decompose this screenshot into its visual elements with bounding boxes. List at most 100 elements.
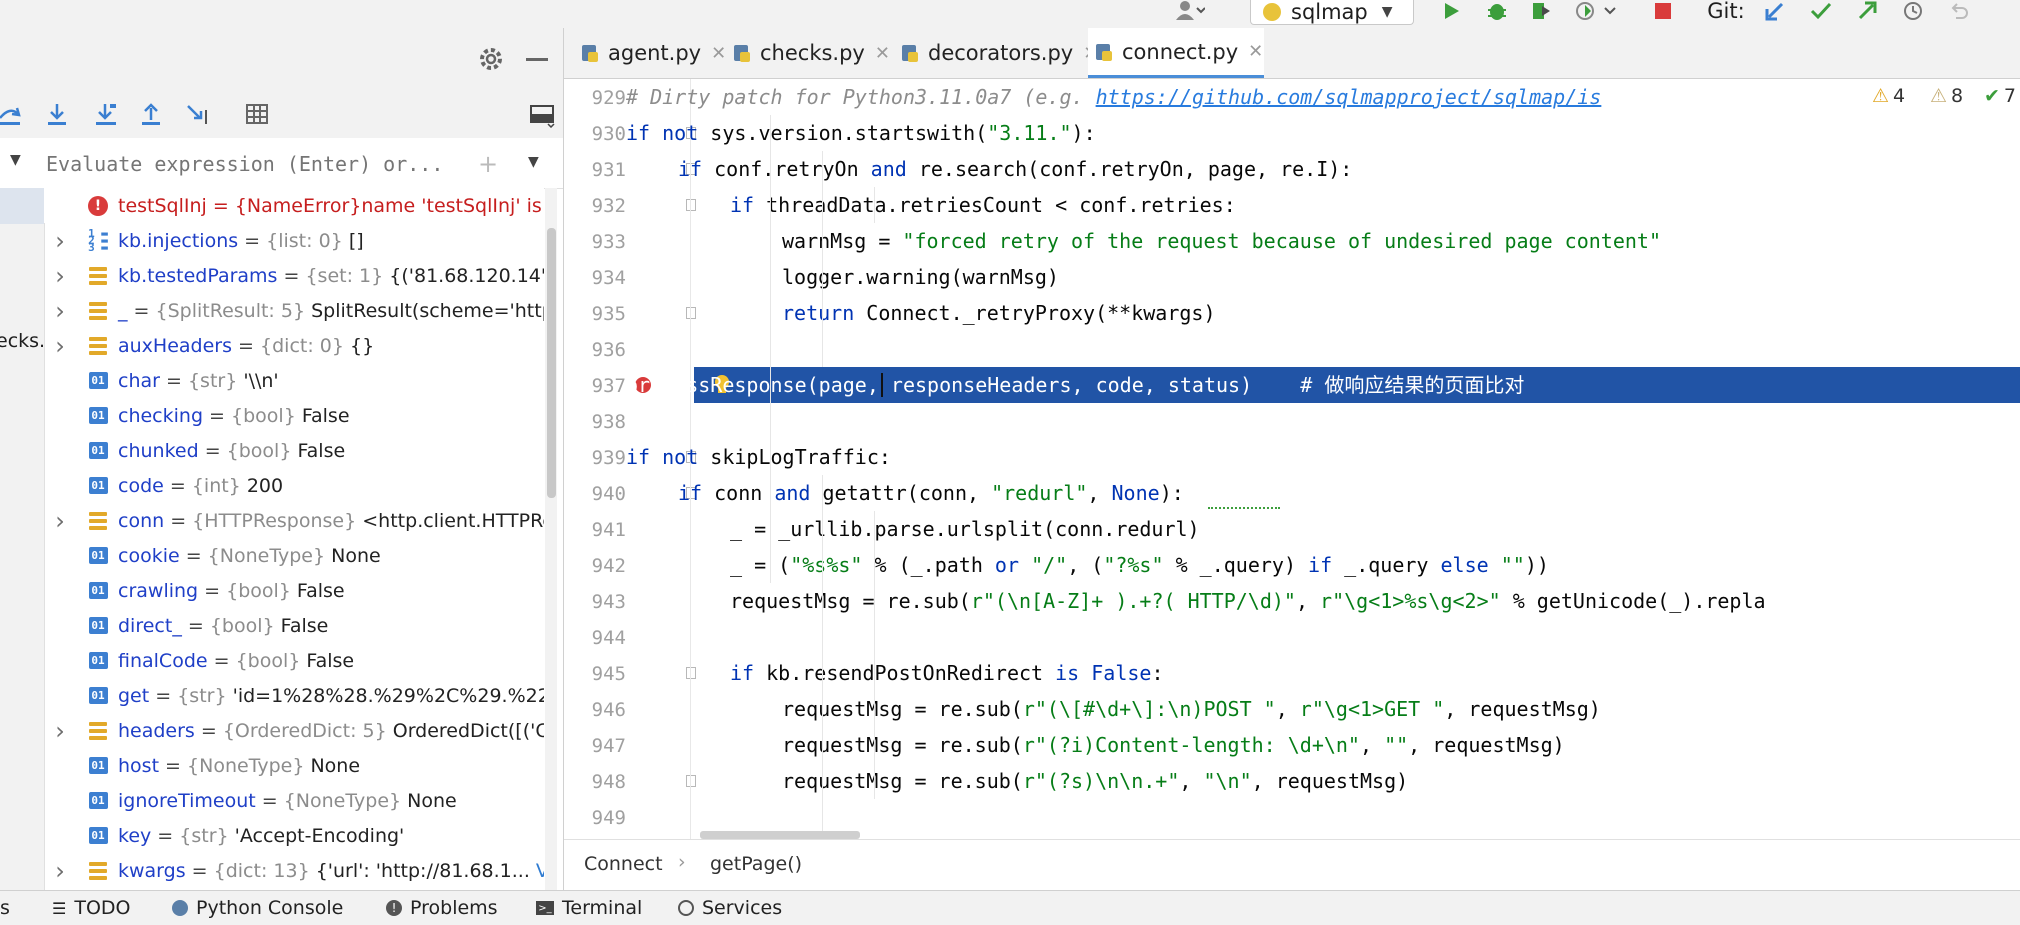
history-icon[interactable] (1898, 0, 1928, 22)
code-line[interactable]: _ = _urllib.parse.urlsplit(conn.redurl) (730, 511, 1200, 547)
chevron-right-icon[interactable]: › (52, 297, 68, 325)
code-editor[interactable]: 929 930 931 932 933 934 935 936 937 938 939 940 941 9… (564, 79, 2020, 839)
variable-row[interactable]: ! testSqlInj = {NameError}name 'testSqlIn… (44, 188, 544, 223)
chevron-down-icon[interactable]: ▼ (10, 152, 21, 168)
variable-row[interactable]: 01 code = {int} 200 (44, 468, 544, 503)
step-into-my-code-icon[interactable] (94, 102, 118, 130)
close-icon[interactable]: ✕ (875, 43, 890, 64)
code-line[interactable]: logger.warning(warnMsg) (782, 259, 1059, 295)
code-line[interactable]: processResponse(page, responseHeaders, c… (626, 367, 1524, 403)
services-tool-button[interactable]: Services (678, 891, 782, 925)
selected-frame-row[interactable] (0, 188, 44, 224)
git-commit-icon[interactable] (1806, 0, 1836, 22)
gear-icon[interactable] (478, 46, 504, 76)
collection-icon-bar (89, 301, 107, 306)
indent-guide (874, 511, 875, 799)
inspection-warnings-a[interactable]: ⚠ 4 (1872, 85, 1905, 107)
variable-row[interactable]: › kb.testedParams = {set: 1} {('81.68.120… (44, 258, 544, 293)
variable-row[interactable]: › _ = {SplitResult: 5} SplitResult(scheme… (44, 293, 544, 328)
variable-row[interactable]: 01 key = {str} 'Accept-Encoding' (44, 818, 544, 853)
code-line[interactable]: # Dirty patch for Python3.11.0a7 (e.g. h… (626, 79, 1601, 115)
run-to-cursor-icon[interactable] (186, 102, 212, 130)
variable-row[interactable]: 01 chunked = {bool} False (44, 433, 544, 468)
terminal-tool-button[interactable]: >_ Terminal (536, 891, 642, 925)
main-toolbar: sqlmap ▼ Git: (0, 0, 2020, 29)
coverage-icon[interactable] (1526, 0, 1556, 22)
inspection-warnings-b[interactable]: ⚠ 8 (1930, 85, 1963, 107)
frames-list[interactable]: ecks. (0, 188, 45, 890)
chevron-right-icon[interactable]: › (52, 332, 68, 360)
variable-row[interactable]: 01 host = {NoneType} None (44, 748, 544, 783)
code-line[interactable]: if not sys.version.startswith("3.11."): (626, 115, 1096, 151)
code-line[interactable]: requestMsg = re.sub(r"(\[#\d+\]:\n)POST … (782, 691, 1601, 727)
variable-row[interactable]: 01 cookie = {NoneType} None (44, 538, 544, 573)
variable-row[interactable]: 01 char = {str} '\\n' (44, 363, 544, 398)
code-line[interactable]: _ = ("%s%s" % (_.path or "/", ("?%s" % _… (730, 547, 1549, 583)
variable-row[interactable]: › headers = {OrderedDict: 5} OrderedDict(… (44, 713, 544, 748)
tab-agent-py[interactable]: agent.py ✕ (574, 28, 726, 78)
layout-settings-icon[interactable] (530, 104, 556, 132)
code-line[interactable]: requestMsg = re.sub(r"(\n[A-Z]+ ).+?( HT… (730, 583, 1766, 619)
evaluate-expression-input[interactable] (44, 138, 468, 190)
code-line[interactable]: requestMsg = re.sub(r"(?s)\n\n.+", "\n",… (782, 763, 1408, 799)
primitive-value-icon: 01 (88, 651, 108, 671)
variable-row[interactable]: 01 finalCode = {bool} False (44, 643, 544, 678)
code-line[interactable]: if conn and getattr(conn, "redurl", None… (678, 475, 1184, 511)
variable-row[interactable]: 01 direct_ = {bool} False (44, 608, 544, 643)
variable-row[interactable]: 01 ignoreTimeout = {NoneType} None (44, 783, 544, 818)
tab-decorators-py[interactable]: decorators.py✕ (894, 28, 1098, 78)
chevron-right-icon[interactable]: › (52, 717, 68, 745)
chevron-right-icon[interactable]: › (52, 507, 68, 535)
variable-row[interactable]: 01 checking = {bool} False (44, 398, 544, 433)
chevron-down-icon[interactable]: ▼ (528, 154, 539, 170)
run-config-selector[interactable]: sqlmap ▼ (1250, 0, 1414, 25)
todo-tool-button[interactable]: ☰ TODO (52, 891, 131, 925)
tool-window-partial[interactable]: s (0, 891, 10, 925)
view-link[interactable]: View (536, 860, 544, 882)
chevron-right-icon[interactable]: › (52, 227, 68, 255)
code-line[interactable]: warnMsg = "forced retry of the request b… (782, 223, 1661, 259)
code-line[interactable]: return Connect._retryProxy(**kwargs) (782, 295, 1215, 331)
evaluate-expression-icon[interactable] (246, 104, 268, 128)
code-line[interactable]: requestMsg = re.sub(r"(?i)Content-length… (782, 727, 1565, 763)
tab-connect-py[interactable]: connect.py ✕ (1088, 28, 1264, 78)
user-icon[interactable] (1170, 0, 1210, 22)
chevron-right-icon[interactable]: › (52, 262, 68, 290)
code-line[interactable]: if conf.retryOn and re.search(conf.retry… (678, 151, 1352, 187)
tab-checks-py[interactable]: checks.py ✕ (726, 28, 890, 78)
code-line[interactable]: if threadData.retriesCount < conf.retrie… (730, 187, 1236, 223)
rollback-icon[interactable] (1944, 0, 1974, 22)
add-watch-icon[interactable]: + (478, 150, 498, 178)
run-icon[interactable] (1436, 0, 1466, 22)
git-update-icon[interactable] (1760, 0, 1790, 22)
close-icon[interactable]: ✕ (1248, 41, 1263, 62)
code-area[interactable]: # Dirty patch for Python3.11.0a7 (e.g. h… (564, 79, 2020, 839)
variable-row[interactable]: › conn = {HTTPResponse} <http.client.HTTP… (44, 503, 544, 538)
step-out-icon[interactable] (140, 102, 162, 130)
variable-row[interactable]: › 1 ▬ 2 ▬ 3 ▬ kb.injections = {list: 0} [] (44, 223, 544, 258)
minimize-icon[interactable] (526, 58, 548, 61)
variables-scrollbar-thumb[interactable] (547, 228, 556, 498)
horizontal-scrollbar-thumb[interactable] (700, 831, 860, 839)
breadcrumb-class[interactable]: Connect (584, 853, 663, 875)
code-line[interactable]: if kb.resendPostOnRedirect is False: (730, 655, 1164, 691)
debug-icon[interactable] (1482, 0, 1512, 22)
variable-row[interactable]: › auxHeaders = {dict: 0} {} (44, 328, 544, 363)
close-icon[interactable]: ✕ (711, 43, 726, 64)
step-into-icon[interactable] (46, 102, 68, 130)
stop-icon[interactable] (1648, 0, 1678, 22)
run-config-label: sqlmap (1291, 0, 1368, 24)
problems-tool-button[interactable]: ! Problems (386, 891, 498, 925)
collection-icon-bar (89, 350, 107, 355)
variable-row[interactable]: 01 crawling = {bool} False (44, 573, 544, 608)
variable-row[interactable]: › kwargs = {dict: 13} {'url': 'http://81.… (44, 853, 544, 888)
inspection-ok[interactable]: ✔ 7 (1984, 85, 2016, 107)
code-line[interactable]: if not skipLogTraffic: (626, 439, 891, 475)
python-console-tool-button[interactable]: Python Console (172, 891, 343, 925)
variable-row[interactable]: 01 get = {str} 'id=1%28%28.%29%2C%29.%22%… (44, 678, 544, 713)
step-over-icon[interactable] (0, 102, 22, 130)
profile-icon[interactable] (1572, 0, 1622, 22)
git-push-icon[interactable] (1852, 0, 1882, 22)
breadcrumb-method[interactable]: getPage() (710, 853, 802, 875)
chevron-right-icon[interactable]: › (52, 857, 68, 885)
